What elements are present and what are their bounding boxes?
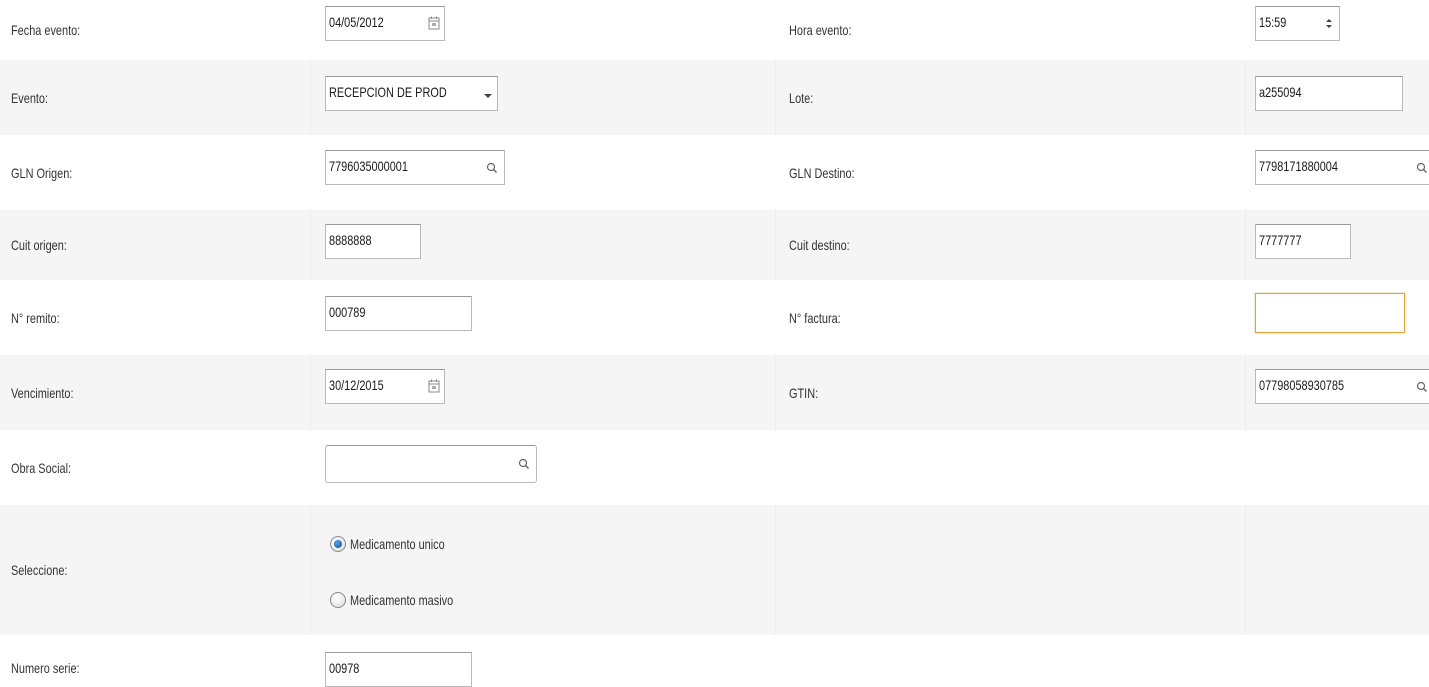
label-numero-serie: Numero serie: xyxy=(11,659,80,676)
spinner-arrows-icon[interactable] xyxy=(1322,15,1336,31)
gln-origen-input[interactable]: 7796035000001 xyxy=(325,150,505,185)
evento-selected-value: RECEPCION DE PROD xyxy=(329,84,447,100)
column-divider xyxy=(310,210,311,280)
row-fecha-evento: Fecha evento: 04/05/2012 Hora evento: 15… xyxy=(0,0,1429,60)
cuit-destino-value: 7777777 xyxy=(1259,232,1302,248)
radio-label-medicamento-unico: Medicamento unico xyxy=(350,536,445,552)
cuit-destino-input[interactable]: 7777777 xyxy=(1255,224,1351,259)
n-factura-input[interactable] xyxy=(1255,293,1405,333)
column-divider xyxy=(775,355,776,430)
column-divider xyxy=(775,210,776,280)
radio-button-unchecked[interactable] xyxy=(330,592,346,608)
evento-select[interactable]: RECEPCION DE PROD xyxy=(325,76,498,111)
label-fecha-evento: Fecha evento: xyxy=(11,22,81,38)
search-icon[interactable] xyxy=(517,457,531,473)
vencimiento-value: 30/12/2015 xyxy=(329,377,384,393)
row-cuit: Cuit origen: 8888888 Cuit destino: 77777… xyxy=(0,210,1429,280)
label-obra-social: Obra Social: xyxy=(11,459,72,476)
dropdown-arrow-icon[interactable] xyxy=(481,87,495,103)
label-seleccione: Seleccione: xyxy=(11,562,68,578)
label-cuit-origen: Cuit origen: xyxy=(11,237,67,253)
label-gln-destino: GLN Destino: xyxy=(789,164,855,181)
calendar-icon[interactable] xyxy=(427,15,441,31)
obra-social-input[interactable] xyxy=(325,445,537,483)
search-icon[interactable] xyxy=(1415,380,1429,396)
cuit-origen-input[interactable]: 8888888 xyxy=(325,224,421,259)
gtin-value: 07798058930785 xyxy=(1259,377,1345,393)
row-seleccione: Seleccione: Medicamento unico Medicament… xyxy=(0,505,1429,635)
column-divider xyxy=(1245,355,1246,430)
row-remito-factura: N° remito: 000789 N° factura: xyxy=(0,280,1429,355)
event-form: Fecha evento: 04/05/2012 Hora evento: 15… xyxy=(0,0,1429,687)
label-gtin: GTIN: xyxy=(789,384,819,401)
gtin-input[interactable]: 07798058930785 xyxy=(1255,369,1429,404)
lote-input[interactable]: a255094 xyxy=(1255,76,1403,111)
column-divider xyxy=(775,60,776,135)
label-hora-evento: Hora evento: xyxy=(789,22,852,38)
search-icon[interactable] xyxy=(1415,161,1429,177)
column-divider xyxy=(310,355,311,430)
calendar-icon[interactable] xyxy=(427,378,441,394)
row-evento: Evento: RECEPCION DE PROD Lote: a255094 xyxy=(0,60,1429,135)
gln-origen-value: 7796035000001 xyxy=(329,158,408,174)
column-divider xyxy=(775,505,776,635)
column-divider xyxy=(310,60,311,135)
row-numero-serie: Numero serie: 00978 xyxy=(0,635,1429,687)
hora-evento-value: 15:59 xyxy=(1259,14,1287,30)
column-divider xyxy=(1245,60,1246,135)
search-icon[interactable] xyxy=(485,161,499,177)
label-n-remito: N° remito: xyxy=(11,309,60,326)
vencimiento-input[interactable]: 30/12/2015 xyxy=(325,369,445,404)
label-evento: Evento: xyxy=(11,89,49,106)
gln-destino-input[interactable]: 7798171880004 xyxy=(1255,150,1429,185)
label-cuit-destino: Cuit destino: xyxy=(789,237,850,253)
column-divider xyxy=(1245,505,1246,635)
row-vencimiento-gtin: Vencimiento: 30/12/2015 GTIN: 0779805893… xyxy=(0,355,1429,430)
fecha-evento-value: 04/05/2012 xyxy=(329,14,384,30)
row-gln: GLN Origen: 7796035000001 GLN Destino: 7… xyxy=(0,135,1429,210)
column-divider xyxy=(1245,210,1246,280)
radio-medicamento-unico[interactable]: Medicamento unico xyxy=(330,536,471,552)
lote-value: a255094 xyxy=(1259,84,1302,100)
radio-button-checked[interactable] xyxy=(330,536,346,552)
radio-label-medicamento-masivo: Medicamento masivo xyxy=(350,592,454,608)
radio-medicamento-masivo[interactable]: Medicamento masivo xyxy=(330,592,482,608)
fecha-evento-input[interactable]: 04/05/2012 xyxy=(325,6,445,41)
column-divider xyxy=(310,505,311,635)
label-lote: Lote: xyxy=(789,89,814,106)
label-gln-origen: GLN Origen: xyxy=(11,164,73,181)
hora-evento-input[interactable]: 15:59 xyxy=(1255,6,1340,41)
label-vencimiento: Vencimiento: xyxy=(11,384,74,401)
gln-destino-value: 7798171880004 xyxy=(1259,158,1338,174)
cuit-origen-value: 8888888 xyxy=(329,232,372,248)
numero-serie-input[interactable]: 00978 xyxy=(325,652,472,687)
n-remito-input[interactable]: 000789 xyxy=(325,296,472,331)
numero-serie-value: 00978 xyxy=(329,660,360,676)
n-remito-value: 000789 xyxy=(329,304,366,320)
label-n-factura: N° factura: xyxy=(789,309,841,326)
row-obra-social: Obra Social: xyxy=(0,430,1429,505)
